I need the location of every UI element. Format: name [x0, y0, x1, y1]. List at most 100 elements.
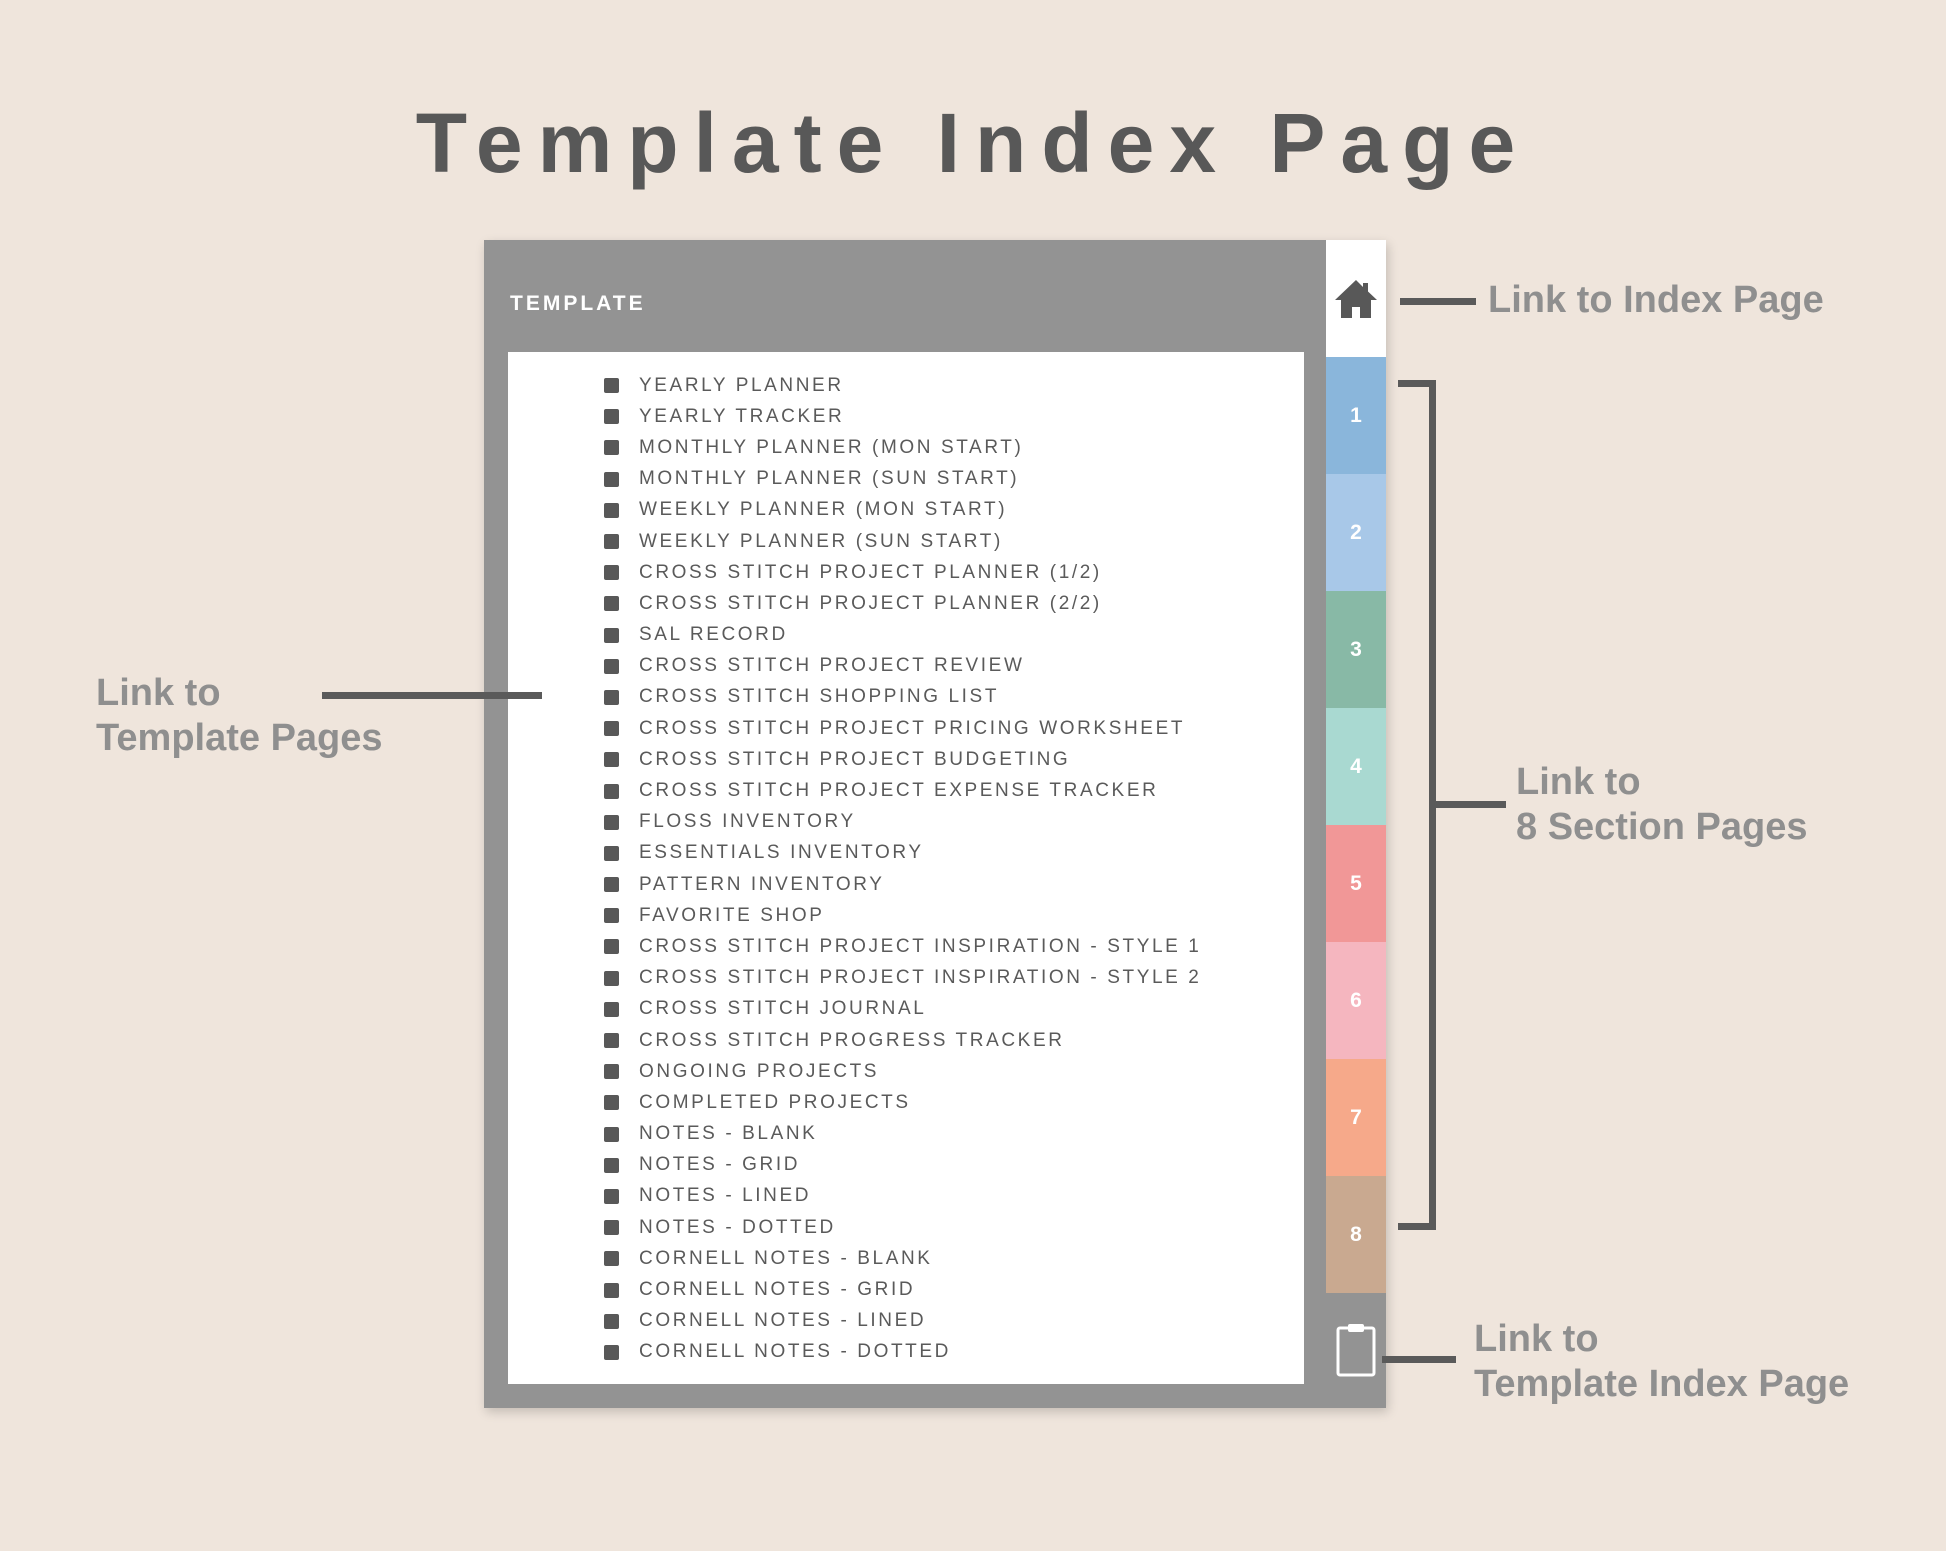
template-link-item[interactable]: NOTES - BLANK — [604, 1119, 1201, 1150]
template-link-label: CROSS STITCH PROGRESS TRACKER — [639, 1029, 1065, 1051]
sections-bracket-bottom — [1398, 1223, 1436, 1230]
planner-panel: TEMPLATE YEARLY PLANNER YEARLY TRACKER MON… — [484, 240, 1386, 1408]
square-bullet-icon — [604, 752, 619, 768]
template-link-item[interactable]: COMPLETED PROJECTS — [604, 1087, 1201, 1118]
template-link-item[interactable]: ONGOING PROJECTS — [604, 1056, 1201, 1087]
sections-bracket-vertical — [1429, 380, 1436, 1230]
page-title: Template Index Page — [415, 96, 1531, 190]
sections-bracket-arm — [1436, 801, 1506, 808]
template-pages-annotation-line1: Link to — [96, 672, 221, 714]
square-bullet-icon — [604, 721, 619, 737]
template-index-annotation-line1: Link to — [1474, 1318, 1599, 1360]
template-link-label: CROSS STITCH PROJECT PRICING WORKSHEET — [639, 717, 1186, 739]
square-bullet-icon — [604, 1313, 619, 1329]
square-bullet-icon — [604, 1157, 619, 1173]
template-index-connector — [1382, 1356, 1456, 1363]
template-list: YEARLY PLANNER YEARLY TRACKER MONTHLY PLAN… — [604, 370, 1201, 1368]
square-bullet-icon — [604, 845, 619, 861]
section-tab-label: 3 — [1350, 637, 1362, 661]
template-link-label: CROSS STITCH PROJECT PLANNER (2/2) — [639, 592, 1102, 614]
template-link-label: CROSS STITCH JOURNAL — [639, 998, 927, 1020]
section-tab-5[interactable]: 5 — [1326, 825, 1386, 942]
template-link-item[interactable]: WEEKLY PLANNER (MON START) — [604, 495, 1201, 526]
square-bullet-icon — [604, 1282, 619, 1298]
template-link-item[interactable]: CROSS STITCH PROJECT EXPENSE TRACKER — [604, 775, 1201, 806]
square-bullet-icon — [604, 1001, 619, 1017]
template-link-label: FLOSS INVENTORY — [639, 811, 856, 833]
square-bullet-icon — [604, 814, 619, 830]
template-link-label: YEARLY PLANNER — [639, 374, 844, 396]
section-tab-label: 6 — [1350, 988, 1362, 1012]
template-link-label: CROSS STITCH PROJECT REVIEW — [639, 655, 1025, 677]
section-tab-label: 8 — [1350, 1222, 1362, 1246]
template-link-item[interactable]: CROSS STITCH PROJECT BUDGETING — [604, 744, 1201, 775]
square-bullet-icon — [604, 1126, 619, 1142]
template-link-item[interactable]: FAVORITE SHOP — [604, 900, 1201, 931]
section-tab-1[interactable]: 1 — [1326, 357, 1386, 474]
square-bullet-icon — [604, 783, 619, 799]
template-link-item[interactable]: MONTHLY PLANNER (SUN START) — [604, 464, 1201, 495]
square-bullet-icon — [604, 1095, 619, 1111]
section-tab-8[interactable]: 8 — [1326, 1176, 1386, 1293]
template-link-item[interactable]: CORNELL NOTES - BLANK — [604, 1243, 1201, 1274]
template-link-label: CROSS STITCH PROJECT PLANNER (1/2) — [639, 561, 1102, 583]
square-bullet-icon — [604, 596, 619, 612]
template-link-item[interactable]: SAL RECORD — [604, 620, 1201, 651]
square-bullet-icon — [604, 627, 619, 643]
template-link-label: ONGOING PROJECTS — [639, 1060, 880, 1082]
template-link-item[interactable]: MONTHLY PLANNER (MON START) — [604, 432, 1201, 463]
template-index-tab[interactable] — [1326, 1291, 1386, 1408]
section-tab-3[interactable]: 3 — [1326, 591, 1386, 708]
template-link-item[interactable]: CROSS STITCH PROJECT INSPIRATION - STYLE… — [604, 931, 1201, 962]
template-link-item[interactable]: NOTES - GRID — [604, 1150, 1201, 1181]
template-link-item[interactable]: CROSS STITCH PROJECT PLANNER (1/2) — [604, 557, 1201, 588]
square-bullet-icon — [604, 440, 619, 456]
template-link-label: MONTHLY PLANNER (MON START) — [639, 436, 1024, 458]
section-tab-label: 7 — [1350, 1105, 1362, 1129]
template-link-item[interactable]: FLOSS INVENTORY — [604, 807, 1201, 838]
section-tab-7[interactable]: 7 — [1326, 1059, 1386, 1176]
template-link-label: WEEKLY PLANNER (MON START) — [639, 499, 1008, 521]
square-bullet-icon — [604, 534, 619, 550]
template-link-label: CROSS STITCH PROJECT INSPIRATION - STYLE… — [639, 967, 1202, 989]
template-link-label: CORNELL NOTES - LINED — [639, 1310, 927, 1332]
template-link-item[interactable]: CROSS STITCH PROJECT INSPIRATION - STYLE… — [604, 963, 1201, 994]
template-link-item[interactable]: ESSENTIALS INVENTORY — [604, 838, 1201, 869]
template-link-item[interactable]: CROSS STITCH PROJECT PLANNER (2/2) — [604, 588, 1201, 619]
template-link-label: CROSS STITCH SHOPPING LIST — [639, 686, 1000, 708]
square-bullet-icon — [604, 908, 619, 924]
square-bullet-icon — [604, 378, 619, 394]
template-link-label: SAL RECORD — [639, 624, 788, 646]
square-bullet-icon — [604, 1344, 619, 1360]
section-tab-label: 2 — [1350, 520, 1362, 544]
square-bullet-icon — [604, 970, 619, 986]
template-link-item[interactable]: WEEKLY PLANNER (SUN START) — [604, 526, 1201, 557]
template-link-item[interactable]: NOTES - LINED — [604, 1181, 1201, 1212]
template-link-item[interactable]: YEARLY PLANNER — [604, 370, 1201, 401]
template-pages-annotation-line2: Template Pages — [96, 717, 383, 759]
template-link-item[interactable]: CORNELL NOTES - LINED — [604, 1306, 1201, 1337]
template-link-item[interactable]: CROSS STITCH JOURNAL — [604, 994, 1201, 1025]
section-tab-6[interactable]: 6 — [1326, 942, 1386, 1059]
section-tab-2[interactable]: 2 — [1326, 474, 1386, 591]
template-link-item[interactable]: CROSS STITCH SHOPPING LIST — [604, 682, 1201, 713]
template-link-label: YEARLY TRACKER — [639, 405, 845, 427]
template-link-item[interactable]: CORNELL NOTES - GRID — [604, 1274, 1201, 1305]
template-link-label: CORNELL NOTES - GRID — [639, 1279, 916, 1301]
template-link-item[interactable]: YEARLY TRACKER — [604, 401, 1201, 432]
template-link-item[interactable]: CROSS STITCH PROJECT PRICING WORKSHEET — [604, 713, 1201, 744]
square-bullet-icon — [604, 1220, 619, 1236]
square-bullet-icon — [604, 565, 619, 581]
section-tab-4[interactable]: 4 — [1326, 708, 1386, 825]
template-link-item[interactable]: CROSS STITCH PROJECT REVIEW — [604, 651, 1201, 682]
template-link-item[interactable]: PATTERN INVENTORY — [604, 869, 1201, 900]
template-pages-connector — [322, 692, 542, 699]
template-link-label: PATTERN INVENTORY — [639, 873, 885, 895]
template-link-label: CORNELL NOTES - DOTTED — [639, 1341, 951, 1363]
template-link-item[interactable]: NOTES - DOTTED — [604, 1212, 1201, 1243]
template-link-label: CROSS STITCH PROJECT INSPIRATION - STYLE… — [639, 935, 1202, 957]
home-tab[interactable] — [1326, 240, 1386, 357]
square-bullet-icon — [604, 1033, 619, 1049]
template-link-item[interactable]: CROSS STITCH PROGRESS TRACKER — [604, 1025, 1201, 1056]
template-link-item[interactable]: CORNELL NOTES - DOTTED — [604, 1337, 1201, 1368]
